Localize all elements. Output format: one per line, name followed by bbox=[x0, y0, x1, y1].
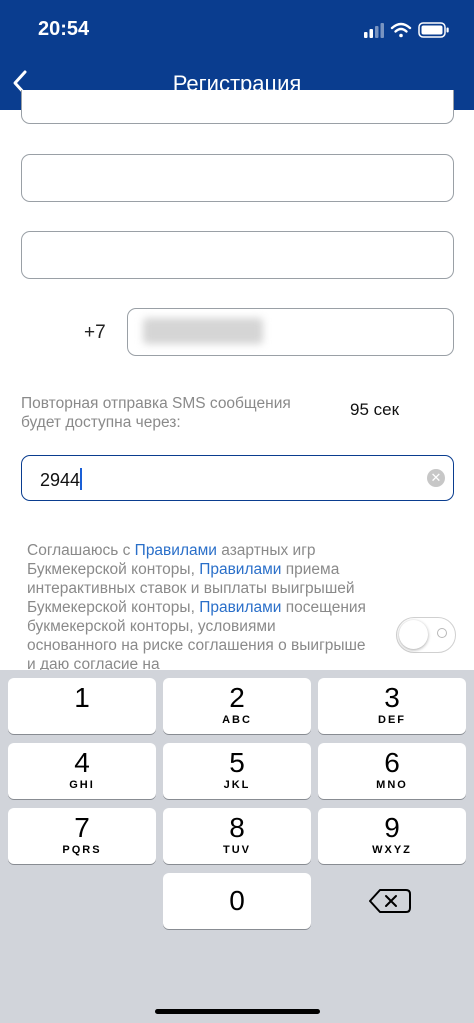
key-8[interactable]: 8 TUV bbox=[163, 808, 311, 864]
key-number: 2 bbox=[229, 682, 245, 713]
key-0[interactable]: 0 bbox=[163, 873, 311, 929]
key-3[interactable]: 3 DEF bbox=[318, 678, 466, 734]
key-9[interactable]: 9 WXYZ bbox=[318, 808, 466, 864]
rules-link-2[interactable]: Правилами bbox=[199, 561, 281, 578]
key-4[interactable]: 4 GHI bbox=[8, 743, 156, 799]
key-number: 4 bbox=[74, 747, 90, 778]
clear-icon[interactable]: ✕ bbox=[427, 469, 445, 487]
signal-icon bbox=[364, 23, 384, 38]
phone-number-blurred bbox=[143, 318, 263, 344]
form-field-2[interactable] bbox=[21, 154, 454, 202]
agreement-part: Соглашаюсь с bbox=[27, 542, 135, 559]
home-indicator bbox=[155, 1009, 320, 1014]
sms-resend-text: Повторная отправка SMS сообщения будет д… bbox=[21, 395, 291, 431]
key-1[interactable]: 1 bbox=[8, 678, 156, 734]
sms-code-value: 2944 bbox=[40, 470, 81, 490]
key-letters: WXYZ bbox=[372, 844, 412, 856]
key-5[interactable]: 5 JKL bbox=[163, 743, 311, 799]
key-number: 0 bbox=[229, 885, 245, 916]
phone-prefix: +7 bbox=[84, 322, 106, 343]
key-7[interactable]: 7 PQRS bbox=[8, 808, 156, 864]
key-letters: MNO bbox=[376, 779, 408, 791]
key-6[interactable]: 6 MNO bbox=[318, 743, 466, 799]
key-letters: GHI bbox=[69, 779, 95, 791]
key-letters: JKL bbox=[223, 779, 251, 791]
key-letters: TUV bbox=[223, 844, 251, 856]
key-number: 7 bbox=[74, 812, 90, 843]
status-icons bbox=[364, 22, 449, 38]
key-number: 8 bbox=[229, 812, 245, 843]
key-number: 6 bbox=[384, 747, 400, 778]
key-number: 5 bbox=[229, 747, 245, 778]
key-2[interactable]: 2 ABC bbox=[163, 678, 311, 734]
agreement-text: Соглашаюсь с Правилами азартных игр Букм… bbox=[27, 541, 367, 674]
key-letters: PQRS bbox=[62, 844, 102, 856]
toggle-knob bbox=[399, 620, 428, 649]
key-number: 1 bbox=[74, 682, 90, 713]
text-caret bbox=[80, 468, 83, 490]
toggle-off-indicator bbox=[437, 628, 447, 638]
form-field-top[interactable] bbox=[21, 90, 454, 124]
backspace-icon[interactable] bbox=[318, 873, 466, 929]
sms-code-value-wrap: 2944 bbox=[40, 468, 83, 491]
sms-code-input[interactable]: 2944 ✕ bbox=[21, 455, 454, 501]
key-letters: DEF bbox=[378, 714, 406, 726]
key-number: 3 bbox=[384, 682, 400, 713]
battery-icon bbox=[418, 22, 449, 38]
form-field-3[interactable] bbox=[21, 231, 454, 279]
rules-link-1[interactable]: Правилами bbox=[135, 542, 217, 559]
key-letters: ABC bbox=[222, 714, 252, 726]
rules-link-3[interactable]: Правилами bbox=[199, 599, 281, 616]
key-number: 9 bbox=[384, 812, 400, 843]
wifi-icon bbox=[390, 22, 412, 38]
sms-timer: 95 сек bbox=[350, 400, 400, 419]
status-time: 20:54 bbox=[38, 18, 90, 40]
agreement-toggle[interactable] bbox=[396, 617, 456, 653]
